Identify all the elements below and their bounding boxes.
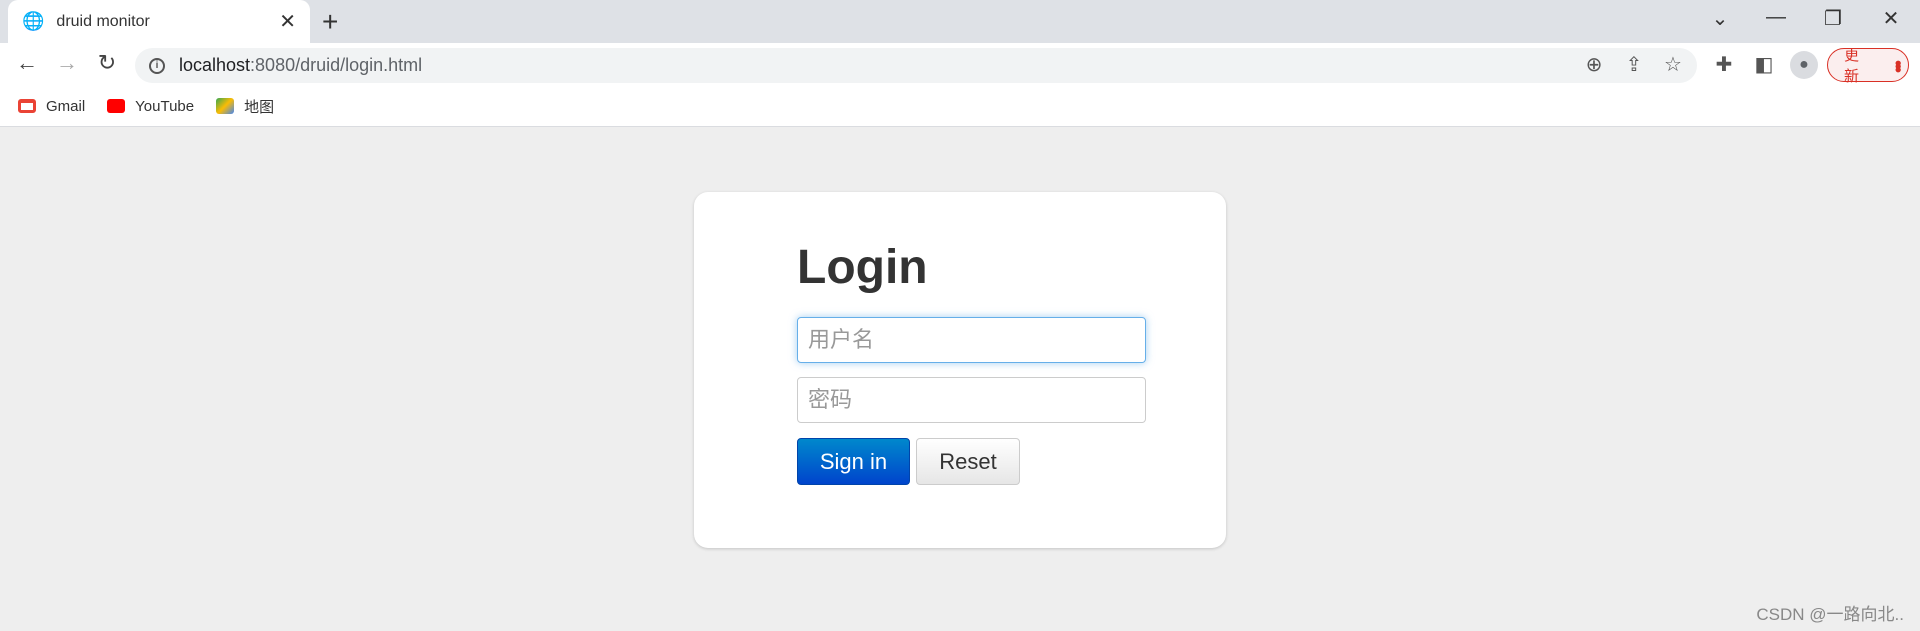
- extensions-icon[interactable]: ✚: [1710, 52, 1738, 77]
- url-host: localhost: [179, 55, 251, 75]
- login-title: Login: [797, 241, 928, 294]
- login-card: [694, 192, 1226, 548]
- close-window-icon[interactable]: ✕: [1871, 6, 1911, 31]
- gmail-icon: [18, 99, 36, 113]
- close-tab-icon[interactable]: ✕: [279, 9, 296, 34]
- url-path: :8080/druid/login.html: [250, 55, 423, 75]
- star-icon[interactable]: ☆: [1659, 52, 1687, 77]
- reset-button[interactable]: Reset: [916, 438, 1020, 485]
- username-input[interactable]: [797, 317, 1146, 363]
- update-label: 更新: [1844, 47, 1860, 85]
- bookmark-label: 地图: [244, 98, 275, 116]
- update-button[interactable]: 更新 •••: [1827, 47, 1909, 85]
- bookmark-gmail[interactable]: Gmail: [18, 98, 85, 115]
- bookmark-label: YouTube: [135, 97, 195, 115]
- bookmark-maps[interactable]: 地图: [216, 96, 274, 117]
- share-icon[interactable]: ⇪: [1620, 52, 1648, 77]
- tab-search-chevron-icon[interactable]: ⌄: [1700, 6, 1740, 31]
- forward-icon[interactable]: →: [52, 50, 82, 76]
- bookmarks-bar: Gmail YouTube 地图: [0, 86, 1920, 127]
- watermark: CSDN @一路向北..: [1756, 605, 1904, 624]
- sign-in-button[interactable]: Sign in: [797, 438, 910, 485]
- tab-druid-monitor[interactable]: 🌐 druid monitor ✕: [8, 0, 310, 43]
- minimize-icon[interactable]: —: [1756, 6, 1796, 29]
- new-tab-icon[interactable]: +: [322, 6, 338, 38]
- tab-title: druid monitor: [56, 12, 150, 30]
- reload-icon[interactable]: ↻: [92, 50, 122, 76]
- bookmark-youtube[interactable]: YouTube: [107, 98, 194, 115]
- youtube-icon: [107, 99, 126, 113]
- back-icon[interactable]: ←: [12, 50, 42, 76]
- globe-icon: 🌐: [22, 11, 45, 31]
- info-icon[interactable]: i: [149, 57, 165, 74]
- restore-icon[interactable]: ❐: [1813, 6, 1853, 31]
- profile-avatar[interactable]: ●: [1790, 51, 1818, 79]
- address-bar[interactable]: i localhost:8080/druid/login.html: [135, 48, 1697, 83]
- bookmark-label: Gmail: [46, 97, 86, 115]
- maps-icon: [216, 98, 235, 114]
- menu-icon[interactable]: •••: [1887, 60, 1908, 70]
- zoom-icon[interactable]: ⊕: [1580, 52, 1608, 77]
- password-input[interactable]: [797, 377, 1146, 423]
- side-panel-icon[interactable]: ◧: [1750, 52, 1778, 77]
